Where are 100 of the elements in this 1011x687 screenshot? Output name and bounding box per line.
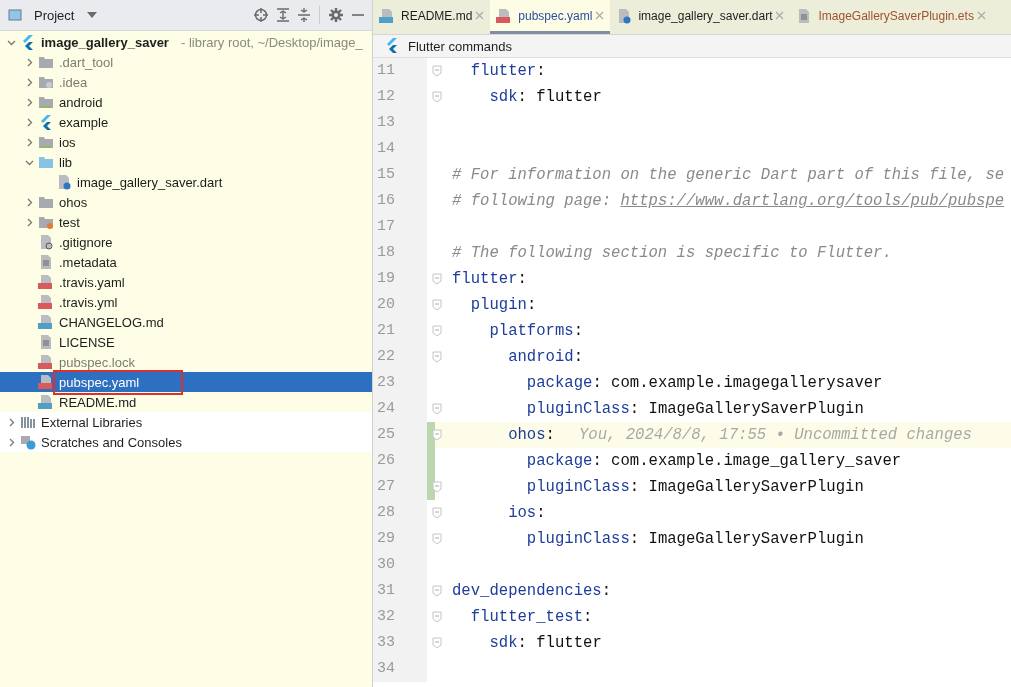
file-name: Scratches and Consoles — [40, 433, 183, 451]
file-name: .metadata — [58, 253, 118, 271]
file-name: CHANGELOG.md — [58, 313, 165, 331]
file-name: image_gallery_saver.dart — [76, 173, 224, 191]
blame-annotation: You, 2024/8/8, 17:55 • Uncommitted changes — [578, 426, 972, 444]
file-name: .travis.yml — [58, 293, 119, 311]
tree-item[interactable]: pubspec.yaml — [0, 372, 372, 392]
tree-item[interactable]: example — [0, 112, 372, 132]
root-path-note: - library root, ~/Desktop/image_ — [180, 34, 363, 50]
code-link[interactable]: https://www.dartlang.org/tools/pub/pubspe — [620, 192, 1005, 210]
yaml-value: ImageGallerySaverPlugin — [648, 530, 864, 548]
colon: : — [573, 348, 583, 366]
editor-tab[interactable]: README.md — [373, 0, 491, 34]
colon: : — [629, 530, 641, 548]
yaml-value: ImageGallerySaverPlugin — [648, 400, 864, 418]
line-number: 32 — [373, 604, 427, 630]
file-name: pubspec.lock — [58, 353, 136, 371]
tree-item[interactable]: .metadata — [0, 252, 372, 272]
yaml-value: ImageGallerySaverPlugin — [648, 478, 864, 496]
yaml-value: flutter — [536, 634, 602, 652]
yaml-value: com.example.imagegallerysaver — [611, 374, 883, 392]
tree-item[interactable]: .idea — [0, 72, 372, 92]
tree-item[interactable]: .travis.yaml — [0, 272, 372, 292]
tree-item[interactable]: Scratches and Consoles — [0, 432, 372, 452]
colon: : — [526, 296, 537, 314]
tree-item[interactable]: image_gallery_saver - library root, ~/Desktop/image_ — [0, 32, 372, 52]
line-number: 27 — [373, 474, 427, 500]
yaml-value: com.example.image_gallery_saver — [611, 452, 902, 470]
colon: : — [517, 88, 528, 106]
yaml-key: dev_dependencies — [452, 582, 602, 600]
colon: : — [517, 270, 527, 288]
file-name: README.md — [58, 393, 138, 411]
line-number: 22 — [373, 344, 427, 370]
yaml-key: sdk — [452, 634, 518, 652]
tree-item[interactable]: pubspec.lock — [0, 352, 372, 372]
yaml-key: pluginClass — [452, 400, 630, 418]
file-name: .travis.yaml — [58, 273, 126, 291]
tree-item[interactable]: .gitignore — [0, 232, 372, 252]
tree-item[interactable]: README.md — [0, 392, 372, 412]
line-number: 14 — [373, 136, 427, 162]
colon: : — [573, 322, 583, 340]
file-name: example — [58, 113, 110, 131]
file-name: lib — [58, 153, 73, 171]
yaml-key: sdk — [452, 88, 518, 106]
yaml-key: flutter_test — [452, 608, 583, 626]
colon: : — [517, 634, 528, 652]
tree-item[interactable]: image_gallery_saver.dart — [0, 172, 372, 192]
file-name: image_gallery_saver — [40, 33, 170, 51]
file-name: .gitignore — [58, 233, 114, 251]
tree-item[interactable]: External Libraries — [0, 412, 372, 432]
tree-item[interactable]: lib — [0, 152, 372, 172]
file-name: .idea — [58, 73, 89, 91]
line-number: 34 — [373, 656, 427, 682]
panel-title[interactable]: Project — [34, 7, 75, 23]
editor-tab[interactable]: pubspec.yaml — [490, 0, 611, 34]
colon: : — [601, 582, 612, 600]
tree-item[interactable]: android — [0, 92, 372, 112]
yaml-key: package — [452, 374, 593, 392]
yaml-key: platforms — [452, 322, 574, 340]
tree-item[interactable]: .travis.yml — [0, 292, 372, 312]
file-name: ohos — [58, 193, 89, 211]
colon: : — [545, 426, 555, 444]
editor-tab[interactable]: image_gallery_saver.dart — [610, 0, 791, 34]
line-number: 25 — [373, 422, 427, 448]
yaml-value: flutter — [536, 88, 602, 106]
tree-item[interactable]: ios — [0, 132, 372, 152]
yaml-key: flutter — [452, 62, 537, 80]
file-name: test — [58, 213, 81, 231]
line-number: 21 — [373, 318, 427, 344]
code-comment: # For information on the generic Dart part of this file, se — [452, 166, 1005, 184]
toolbar-label[interactable]: Flutter commands — [408, 38, 513, 54]
line-number: 19 — [373, 266, 427, 292]
line-number: 29 — [373, 526, 427, 552]
file-name: External Libraries — [40, 413, 144, 431]
line-number: 12 — [373, 84, 427, 110]
editor-tab[interactable]: ImageGallerySaverPlugin.ets — [790, 0, 992, 34]
tree-item[interactable]: LICENSE — [0, 332, 372, 352]
line-number: 26 — [373, 448, 427, 474]
file-name: LICENSE — [58, 333, 116, 351]
colon: : — [536, 504, 546, 522]
line-number: 16 — [373, 188, 427, 214]
yaml-key: ohos — [452, 426, 546, 444]
yaml-key: ios — [452, 504, 537, 522]
yaml-key: pluginClass — [452, 530, 630, 548]
line-number: 24 — [373, 396, 427, 422]
code-comment: # The following section is specific to Flutter. — [452, 244, 892, 262]
colon: : — [583, 608, 593, 626]
tree-item[interactable]: test — [0, 212, 372, 232]
tree-item[interactable]: CHANGELOG.md — [0, 312, 372, 332]
file-name: .dart_tool — [58, 53, 115, 71]
yaml-key: plugin — [452, 296, 527, 314]
line-number: 30 — [373, 552, 427, 578]
colon: : — [629, 478, 641, 496]
tree-item[interactable]: ohos — [0, 192, 372, 212]
line-number: 15 — [373, 162, 427, 188]
yaml-key: flutter — [452, 270, 518, 288]
line-number: 13 — [373, 110, 427, 136]
tree-item[interactable]: .dart_tool — [0, 52, 372, 72]
colon: : — [592, 374, 603, 392]
yaml-key: package — [452, 452, 593, 470]
